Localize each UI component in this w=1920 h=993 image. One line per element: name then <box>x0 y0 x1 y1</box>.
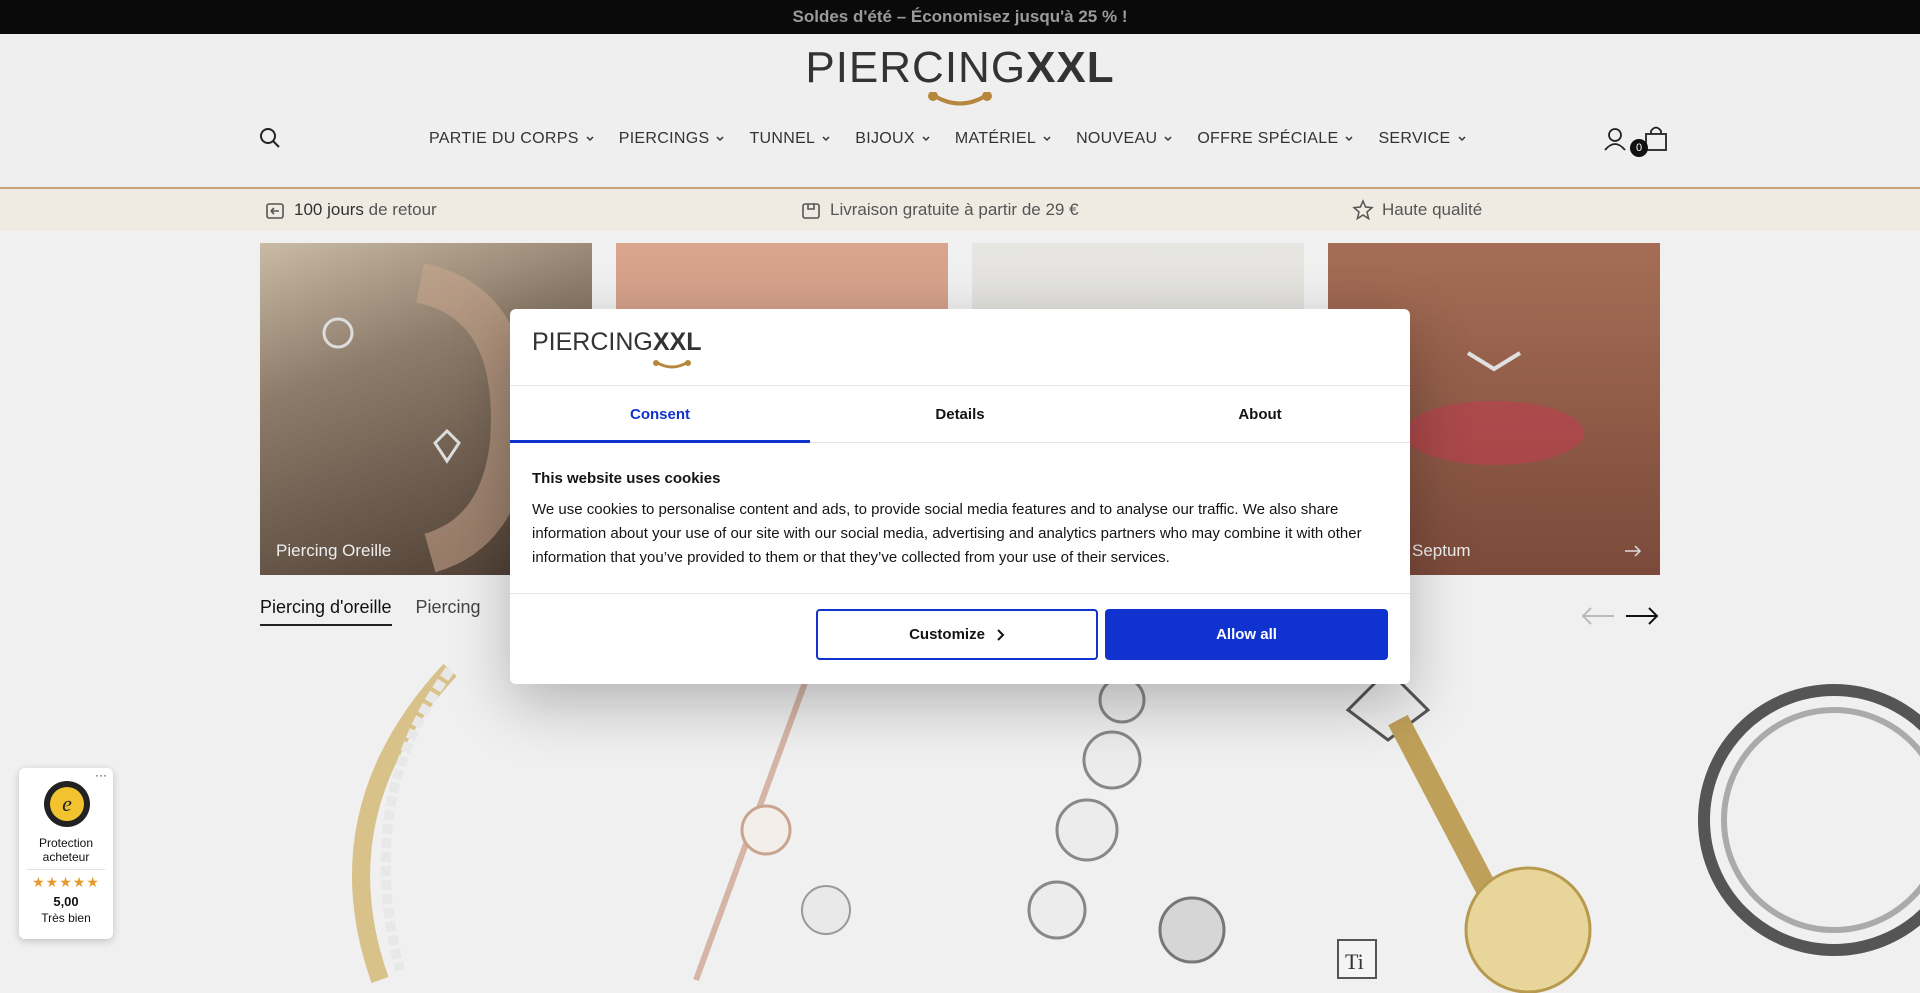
tab-about[interactable]: About <box>1110 386 1410 442</box>
tab-details[interactable]: Details <box>810 386 1110 442</box>
customize-button[interactable]: Customize <box>816 609 1098 660</box>
modal-tabs: Consent Details About <box>510 386 1410 443</box>
svg-text:e: e <box>62 791 72 816</box>
trust-protection-text: Protection acheteur <box>38 836 94 864</box>
divider <box>27 869 105 870</box>
rating-stars: ★★★★★ <box>32 874 100 890</box>
modal-title: This website uses cookies <box>532 470 721 487</box>
modal-body-text: We use cookies to personalise content an… <box>532 501 1362 566</box>
trust-badge[interactable]: ··· e Protection acheteur ★★★★★ 5,00 Trè… <box>19 768 113 939</box>
tab-consent[interactable]: Consent <box>510 386 810 443</box>
rating-label: Très bien <box>41 911 91 925</box>
trusted-shops-seal-icon: e <box>44 781 90 827</box>
logo-smile-icon <box>653 360 691 369</box>
allow-all-button[interactable]: Allow all <box>1105 609 1388 660</box>
modal-logo-left: PIERCING <box>532 328 653 356</box>
modal-logo-right: XXL <box>652 328 702 356</box>
cookie-consent-dialog: PIERCINGXXL Consent Details About This w… <box>510 309 1410 684</box>
divider <box>510 593 1410 594</box>
customize-label: Customize <box>909 626 985 643</box>
modal-logo: PIERCINGXXL <box>532 327 701 373</box>
rating-score: 5,00 <box>53 894 79 909</box>
more-options-icon[interactable]: ··· <box>95 768 107 782</box>
allow-all-label: Allow all <box>1216 626 1277 643</box>
chevron-right-icon <box>997 628 1005 641</box>
